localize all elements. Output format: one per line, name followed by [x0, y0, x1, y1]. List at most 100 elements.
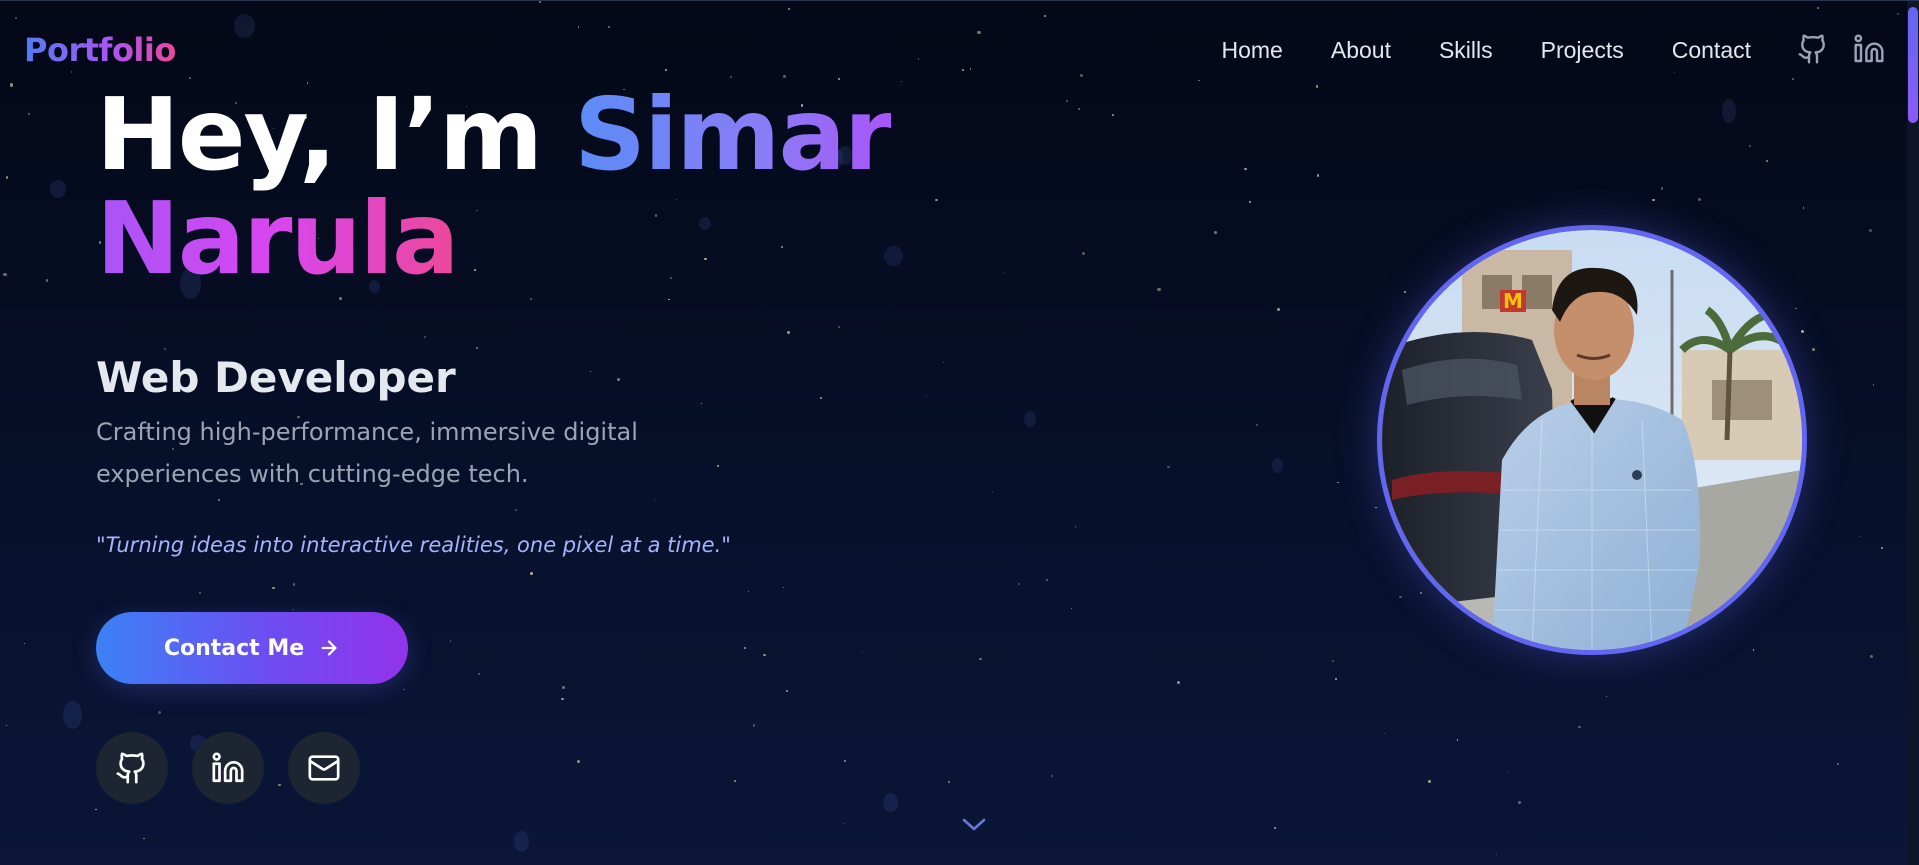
star-dot	[3, 272, 7, 276]
star-dot	[1605, 696, 1607, 698]
star-dot	[157, 711, 161, 715]
star-dot	[24, 642, 26, 645]
star-dot	[514, 509, 517, 512]
email-link-button[interactable]	[288, 732, 360, 804]
star-dot	[617, 377, 621, 381]
star-dot	[1801, 329, 1805, 333]
star-dot	[530, 572, 533, 575]
star-dot	[1697, 197, 1701, 202]
star-dot	[338, 296, 342, 300]
nav-link-contact[interactable]: Contact	[1672, 37, 1751, 64]
star-dot	[934, 198, 938, 202]
star-dot	[5, 176, 8, 179]
star-dot	[424, 336, 426, 339]
star-dot	[1872, 384, 1875, 386]
bokeh-dot	[63, 700, 82, 730]
star-dot	[1802, 207, 1805, 209]
star-dot	[1017, 582, 1020, 585]
star-dot	[819, 396, 823, 400]
hero-social-links	[96, 732, 360, 804]
main-nav: Home About Skills Projects Contact	[1222, 37, 1752, 64]
star-dot	[786, 330, 790, 334]
star-dot	[272, 587, 275, 590]
star-dot	[71, 71, 73, 73]
star-dot	[1051, 775, 1054, 778]
chevron-down-icon	[962, 818, 986, 831]
star-dot	[199, 592, 201, 594]
star-dot	[1065, 100, 1068, 103]
page: Portfolio Home About Skills Projects Con…	[0, 0, 1919, 865]
github-icon[interactable]	[1797, 33, 1829, 65]
star-dot	[917, 58, 920, 60]
star-dot	[962, 68, 965, 71]
github-icon	[116, 752, 145, 784]
page-scrollbar[interactable]	[1907, 1, 1919, 865]
star-dot	[449, 640, 452, 642]
bokeh-dot	[233, 13, 256, 38]
first-name: Simar	[573, 76, 893, 193]
github-link-button[interactable]	[96, 732, 168, 804]
nav-link-projects[interactable]: Projects	[1541, 37, 1624, 64]
star-dot	[943, 361, 945, 363]
star-dot	[947, 780, 951, 783]
star-dot	[539, 1, 542, 3]
star-dot	[668, 299, 670, 301]
linkedin-icon[interactable]	[1853, 33, 1885, 65]
greeting-text: Hey, I’m	[96, 76, 574, 193]
scrollbar-thumb[interactable]	[1908, 7, 1918, 123]
star-dot	[925, 395, 927, 397]
nav-link-skills[interactable]: Skills	[1439, 37, 1493, 64]
star-dot	[1507, 771, 1509, 774]
linkedin-icon	[212, 752, 244, 783]
contact-me-button[interactable]: Contact Me	[96, 612, 408, 684]
star-dot	[733, 780, 736, 782]
star-dot	[1167, 465, 1170, 469]
star-dot	[1791, 77, 1795, 80]
star-dot	[979, 657, 982, 660]
star-dot	[1660, 187, 1664, 190]
last-name: Narula	[96, 180, 459, 297]
nav-link-about[interactable]: About	[1331, 37, 1391, 64]
star-dot	[1274, 827, 1276, 830]
star-dot	[1082, 252, 1085, 255]
star-dot	[1331, 659, 1334, 662]
star-dot	[1214, 231, 1217, 234]
star-dot	[164, 347, 167, 351]
site-logo[interactable]: Portfolio	[24, 31, 176, 69]
star-dot	[1071, 608, 1073, 610]
star-dot	[747, 590, 750, 593]
star-dot	[1276, 308, 1280, 312]
star-dot	[530, 297, 533, 300]
star-dot	[1249, 201, 1251, 203]
star-dot	[1419, 591, 1423, 595]
star-dot	[9, 83, 13, 87]
star-dot	[292, 583, 296, 586]
svg-text:M: M	[1503, 289, 1523, 313]
star-dot	[991, 490, 994, 493]
star-dot	[716, 465, 719, 468]
bokeh-dot	[1023, 410, 1036, 428]
star-dot	[476, 346, 479, 349]
nav-link-home[interactable]: Home	[1222, 37, 1283, 64]
linkedin-link-button[interactable]	[192, 732, 264, 804]
star-dot	[763, 653, 766, 656]
contact-me-label: Contact Me	[163, 635, 305, 661]
star-dot	[1197, 79, 1200, 82]
bokeh-dot	[883, 793, 899, 812]
scroll-down-indicator[interactable]	[958, 813, 990, 837]
star-dot	[977, 31, 981, 35]
profile-photo: M	[1377, 225, 1807, 655]
star-dot	[1870, 654, 1874, 658]
star-dot	[1375, 506, 1377, 509]
star-dot	[743, 646, 747, 649]
star-dot	[1244, 167, 1247, 171]
star-dot	[753, 724, 756, 727]
star-dot	[1817, 7, 1819, 9]
star-dot	[27, 112, 31, 116]
role-title: Web Developer	[96, 353, 456, 402]
star-dot	[1749, 145, 1752, 148]
nav-social-icons	[1797, 33, 1885, 65]
star-dot	[143, 837, 146, 840]
star-dot	[1496, 853, 1498, 855]
star-dot	[1652, 198, 1655, 202]
